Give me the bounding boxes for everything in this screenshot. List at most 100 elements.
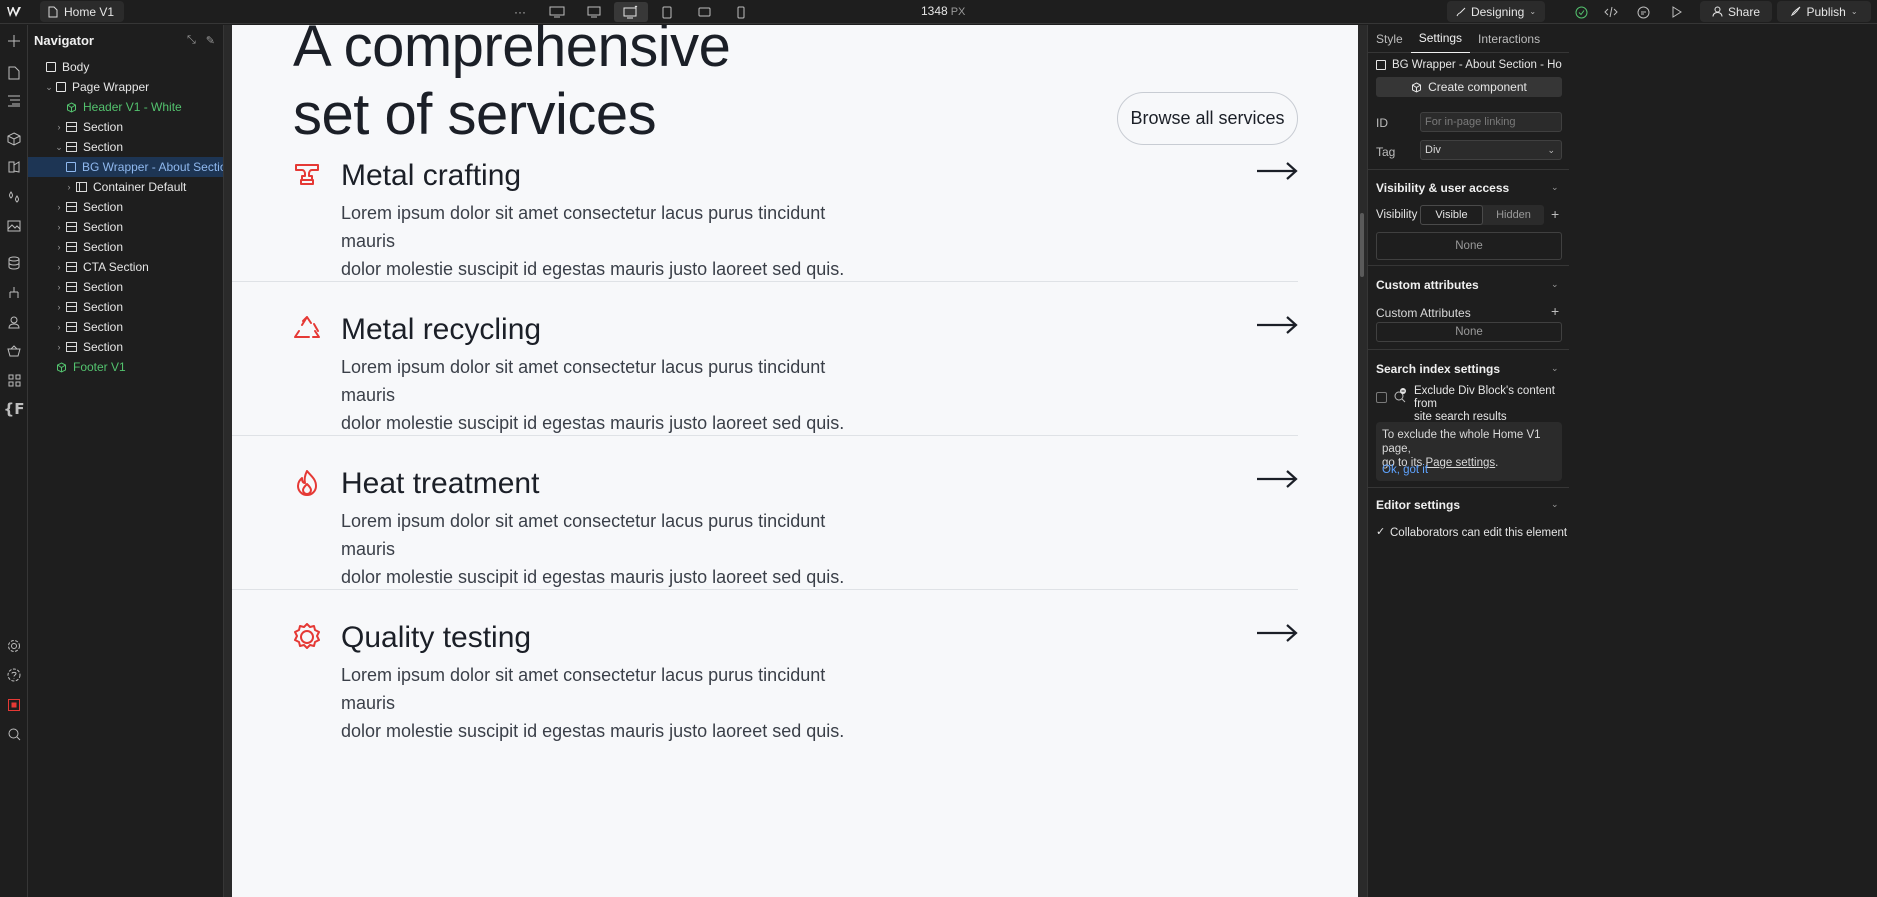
variables-icon[interactable] bbox=[4, 157, 24, 177]
navigator-item[interactable]: Header V1 - White bbox=[28, 97, 223, 117]
canvas-width-value: 1348 bbox=[921, 4, 948, 18]
design-canvas[interactable]: A comprehensive set of services Browse a… bbox=[232, 25, 1358, 897]
caret-down-icon[interactable]: ⌄ bbox=[54, 142, 64, 153]
visibility-conditions[interactable]: None bbox=[1376, 232, 1562, 260]
style-selectors-icon[interactable] bbox=[4, 187, 24, 207]
finsweet-icon[interactable]: {F bbox=[4, 399, 25, 419]
arrow-right-icon[interactable] bbox=[1256, 161, 1298, 181]
arrow-right-icon[interactable] bbox=[1256, 469, 1298, 489]
search-index-title[interactable]: Search index settings bbox=[1376, 362, 1500, 376]
pages-icon[interactable] bbox=[4, 63, 24, 83]
navigator-icon[interactable] bbox=[4, 91, 24, 111]
cms-icon[interactable] bbox=[4, 253, 24, 273]
navigator-item[interactable]: ⌄ Section bbox=[28, 137, 223, 157]
more-options-icon[interactable]: ··· bbox=[509, 2, 531, 22]
navigator-item[interactable]: Footer V1 bbox=[28, 357, 223, 377]
breakpoint-tablet-icon[interactable] bbox=[656, 2, 678, 22]
navigator-item[interactable]: › Section bbox=[28, 237, 223, 257]
comments-icon[interactable] bbox=[1632, 2, 1654, 22]
caret-right-icon[interactable]: › bbox=[54, 342, 64, 352]
preview-play-icon[interactable] bbox=[1665, 2, 1687, 22]
add-elements-icon[interactable] bbox=[4, 31, 24, 51]
code-icon[interactable] bbox=[1600, 2, 1622, 22]
navigator-item[interactable]: › Section bbox=[28, 117, 223, 137]
navigator-item[interactable]: › Section bbox=[28, 317, 223, 337]
caret-right-icon[interactable]: › bbox=[64, 182, 74, 192]
navigator-item[interactable]: › CTA Section bbox=[28, 257, 223, 277]
logic-icon[interactable] bbox=[4, 283, 24, 303]
section-heading[interactable]: A comprehensive set of services bbox=[293, 25, 731, 149]
navigator-item[interactable]: Body bbox=[28, 57, 223, 77]
canvas-width-readout[interactable]: 1348 PX bbox=[921, 4, 965, 18]
visible-option[interactable]: Visible bbox=[1420, 205, 1483, 225]
tab-interactions[interactable]: Interactions bbox=[1470, 25, 1548, 53]
users-icon[interactable] bbox=[4, 312, 24, 332]
breakpoint-mobile-landscape-icon[interactable] bbox=[693, 2, 715, 22]
add-attribute-icon[interactable]: + bbox=[1551, 303, 1559, 319]
browse-all-services-button[interactable]: Browse all services bbox=[1117, 92, 1298, 145]
exclude-search-checkbox[interactable] bbox=[1376, 392, 1387, 403]
navigator-item[interactable]: › Section bbox=[28, 217, 223, 237]
caret-right-icon[interactable]: › bbox=[54, 242, 64, 252]
create-component-button[interactable]: Create component bbox=[1376, 77, 1562, 97]
help-icon[interactable] bbox=[4, 665, 24, 685]
section-icon bbox=[66, 282, 77, 292]
ok-got-it-button[interactable]: Ok, got it bbox=[1382, 463, 1428, 477]
webflow-logo-icon[interactable] bbox=[6, 4, 24, 20]
caret-right-icon[interactable]: › bbox=[54, 262, 64, 272]
caret-right-icon[interactable]: › bbox=[54, 222, 64, 232]
hidden-option[interactable]: Hidden bbox=[1483, 205, 1544, 225]
saved-check-icon[interactable] bbox=[1570, 2, 1592, 22]
id-input[interactable]: For in-page linking bbox=[1420, 112, 1562, 132]
visibility-toggle: Visible Hidden bbox=[1420, 205, 1544, 225]
navigator-item[interactable]: › Section bbox=[28, 297, 223, 317]
caret-right-icon[interactable]: › bbox=[54, 322, 64, 332]
visibility-section-title[interactable]: Visibility & user access bbox=[1376, 181, 1509, 195]
checkmark-icon[interactable]: ✓ bbox=[1376, 525, 1385, 538]
chevron-down-icon[interactable]: ⌄ bbox=[1551, 279, 1559, 290]
navigator-item[interactable]: › Container Default bbox=[28, 177, 223, 197]
collapse-all-icon[interactable]: ⤡ bbox=[187, 34, 196, 47]
breakpoint-base-icon[interactable] bbox=[614, 2, 648, 22]
navigator-item-label: Section bbox=[83, 280, 124, 294]
custom-attributes-title[interactable]: Custom attributes bbox=[1376, 278, 1479, 292]
id-label: ID bbox=[1376, 116, 1388, 130]
caret-right-icon[interactable]: › bbox=[54, 282, 64, 292]
assets-icon[interactable] bbox=[4, 216, 24, 236]
mode-designing-dropdown[interactable]: Designing ⌄ bbox=[1447, 1, 1545, 22]
ecommerce-icon[interactable] bbox=[4, 341, 24, 361]
navigator-item[interactable]: › Section bbox=[28, 197, 223, 217]
navigator-item[interactable]: › Section bbox=[28, 277, 223, 297]
share-button[interactable]: Share bbox=[1700, 1, 1772, 22]
canvas-scrollbar[interactable] bbox=[1360, 213, 1364, 277]
navigator-item[interactable]: ⌄ Page Wrapper bbox=[28, 77, 223, 97]
breakpoint-desktop-xl-icon[interactable] bbox=[546, 2, 568, 22]
caret-right-icon[interactable]: › bbox=[54, 202, 64, 212]
editor-settings-title[interactable]: Editor settings bbox=[1376, 498, 1460, 512]
tab-style[interactable]: Style bbox=[1368, 25, 1411, 53]
chevron-down-icon[interactable]: ⌄ bbox=[1551, 363, 1559, 374]
chevron-down-icon[interactable]: ⌄ bbox=[1551, 499, 1559, 510]
breakpoint-desktop-icon[interactable] bbox=[583, 2, 605, 22]
publish-button[interactable]: Publish ⌄ bbox=[1777, 1, 1871, 22]
caret-right-icon[interactable]: › bbox=[54, 302, 64, 312]
arrow-right-icon[interactable] bbox=[1256, 315, 1298, 335]
record-icon[interactable] bbox=[4, 695, 24, 715]
arrow-right-icon[interactable] bbox=[1256, 623, 1298, 643]
pin-icon[interactable]: ✎ bbox=[206, 34, 215, 47]
chevron-down-icon[interactable]: ⌄ bbox=[1551, 182, 1559, 193]
page-selector[interactable]: Home V1 bbox=[40, 1, 125, 22]
search-icon[interactable] bbox=[4, 724, 24, 744]
tab-settings[interactable]: Settings bbox=[1410, 25, 1471, 53]
navigator-item[interactable]: › Section bbox=[28, 337, 223, 357]
caret-right-icon[interactable]: › bbox=[54, 122, 64, 132]
breakpoint-mobile-icon[interactable] bbox=[730, 2, 752, 22]
apps-icon[interactable] bbox=[4, 370, 24, 390]
components-icon[interactable] bbox=[4, 129, 24, 149]
tag-select[interactable]: Div ⌄ bbox=[1420, 140, 1562, 160]
settings-gear-icon[interactable] bbox=[4, 636, 24, 656]
page-settings-link[interactable]: Page settings bbox=[1425, 457, 1495, 469]
navigator-item[interactable]: BG Wrapper - About Section - H bbox=[28, 157, 223, 177]
caret-down-icon[interactable]: ⌄ bbox=[44, 82, 54, 93]
add-visibility-icon[interactable]: + bbox=[1551, 206, 1559, 222]
